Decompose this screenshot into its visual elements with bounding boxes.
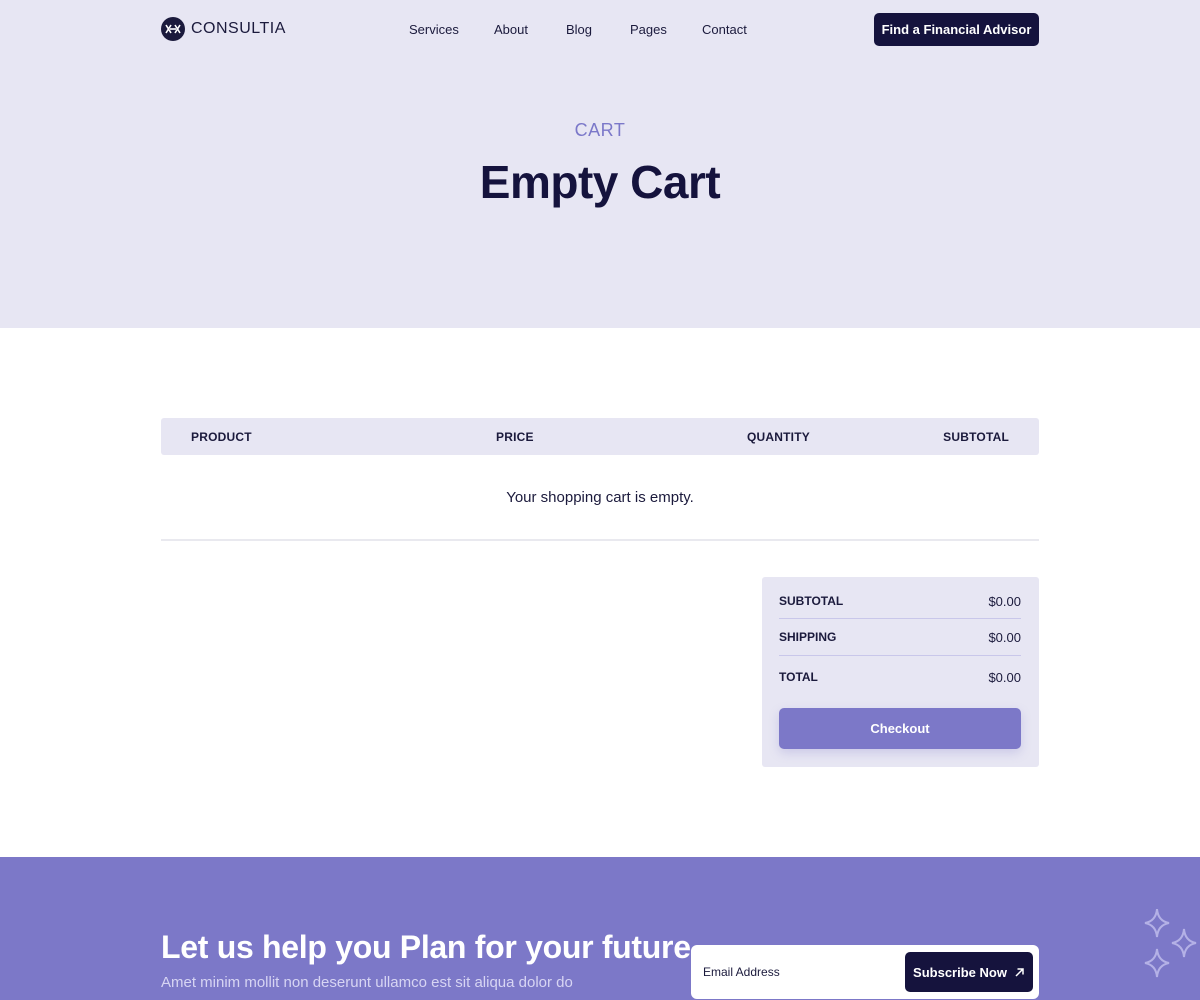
newsletter-section: Let us help you Plan for your future. Am… <box>0 857 1200 1000</box>
nav-item-pages[interactable]: Pages <box>630 22 667 38</box>
totals-divider <box>779 655 1021 656</box>
totals-divider <box>779 618 1021 619</box>
sparkles-icon <box>1144 909 1197 978</box>
checkout-button[interactable]: Checkout <box>779 708 1021 749</box>
page-eyebrow: CART <box>574 120 626 140</box>
newsletter-subtitle: Amet minim mollit non deserunt ullamco e… <box>161 974 573 991</box>
cart-table-header: PRODUCT PRICE QUANTITY SUBTOTAL <box>161 418 1039 455</box>
email-field[interactable] <box>703 965 893 979</box>
cart-divider <box>161 539 1039 541</box>
nav-item-contact[interactable]: Contact <box>702 22 747 38</box>
cart-totals: SUBTOTAL $0.00 SHIPPING $0.00 TOTAL $0.0… <box>762 577 1039 767</box>
subscribe-form: Subscribe Now <box>691 945 1039 999</box>
totals-label: SHIPPING <box>779 630 837 644</box>
column-header-product: PRODUCT <box>191 430 252 444</box>
newsletter-title: Let us help you Plan for your future. <box>161 929 700 965</box>
page-hero: CONSULTIA Services About Blog Pages Cont… <box>0 0 1200 328</box>
totals-value: $0.00 <box>988 630 1021 645</box>
find-advisor-button[interactable]: Find a Financial Advisor <box>874 13 1039 46</box>
empty-cart-message: Your shopping cart is empty. <box>506 489 694 506</box>
column-header-price: PRICE <box>496 430 534 444</box>
nav-item-blog[interactable]: Blog <box>566 22 592 38</box>
column-header-quantity: QUANTITY <box>747 430 810 444</box>
subscribe-button-label: Subscribe Now <box>913 964 1007 980</box>
nav-item-services[interactable]: Services <box>409 22 459 38</box>
totals-label: TOTAL <box>779 670 818 684</box>
column-header-subtotal: SUBTOTAL <box>943 430 1009 444</box>
nav-item-about[interactable]: About <box>494 22 528 38</box>
totals-value: $0.00 <box>988 670 1021 685</box>
totals-value: $0.00 <box>988 594 1021 609</box>
page-title: Empty Cart <box>479 156 721 208</box>
totals-label: SUBTOTAL <box>779 594 844 608</box>
arrow-up-right-icon <box>1015 967 1024 977</box>
subscribe-button[interactable]: Subscribe Now <box>905 952 1033 992</box>
